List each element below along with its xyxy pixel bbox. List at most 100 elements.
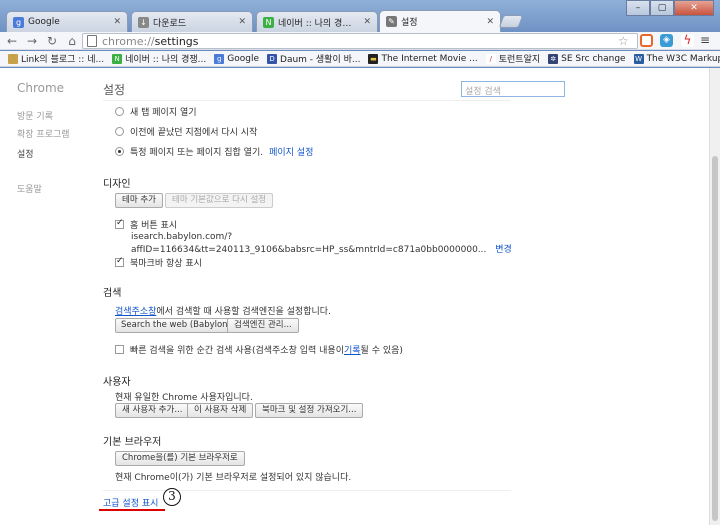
startup-option-continue[interactable]: 이전에 끝났던 지점에서 다시 시작 (115, 125, 257, 138)
reset-theme-button[interactable]: 테마 기본값으로 다시 설정 (165, 193, 274, 208)
download-icon: ↓ (138, 16, 149, 28)
startup-option-specific[interactable]: 특정 페이지 또는 페이지 집합 열기. 페이지 설정 (115, 145, 313, 158)
tab-title: 네이버 :: 나의 경쟁력, 네 (278, 18, 360, 29)
settings-search-input[interactable]: 설정 검색 (461, 81, 565, 97)
import-bookmarks-button[interactable]: 북마크 및 설정 가져오기... (255, 403, 364, 418)
extension-circle-icon[interactable] (640, 34, 653, 47)
checkbox[interactable] (115, 256, 124, 267)
bookmark-label: Link의 블로그 :: 네... (21, 55, 105, 65)
tab-title: Google (28, 17, 60, 27)
bookmark-item[interactable]: N 네이버 :: 나의 경쟁... (112, 52, 206, 65)
set-pages-link[interactable]: 페이지 설정 (269, 145, 313, 158)
instant-search-row[interactable]: 빠른 검색을 위한 순간 검색 사용(검색주소창 입력 내용이 기록 될 수 있음… (115, 343, 403, 356)
address-bar[interactable]: chrome://settings (82, 33, 638, 49)
show-home-button-row[interactable]: 홈 버튼 표시 (115, 218, 177, 231)
add-theme-button[interactable]: 테마 추가 (115, 193, 163, 208)
forward-icon[interactable]: → (24, 33, 40, 49)
tab-naver[interactable]: N 네이버 :: 나의 경쟁력, 네 ✕ (256, 11, 378, 32)
home-url-text: affID=116634&tt=240113_9106&babsrc=HP_ss… (131, 245, 487, 255)
home-url-line1: isearch.babylon.com/? (131, 232, 233, 242)
search-desc-text: 에서 검색할 때 사용할 검색엔진을 설정합니다. (156, 307, 331, 317)
select-value: Search the web (Babylon) (121, 320, 231, 330)
imdb-icon: ▬ (368, 53, 379, 64)
make-default-browser-button[interactable]: Chrome을(를) 기본 브라우저로 (115, 451, 245, 466)
sidebar-item-extensions[interactable]: 확장 프로그램 (17, 127, 70, 140)
delete-user-button[interactable]: 이 사용자 삭제 (187, 403, 254, 418)
home-icon[interactable]: ⌂ (64, 33, 80, 49)
bookmark-star-icon[interactable]: ☆ (618, 34, 629, 48)
sidebar-brand: Chrome (17, 81, 65, 95)
url-text: chrome://settings (102, 34, 199, 48)
sidebar: Chrome 방문 기록 확장 프로그램 설정 도움말 (0, 68, 90, 525)
bookmark-item[interactable]: WThe W3C Markup V... (633, 53, 720, 64)
checkbox[interactable] (115, 218, 124, 229)
naver-icon: N (263, 16, 274, 28)
page-scrollbar[interactable] (709, 68, 720, 525)
add-user-button[interactable]: 새 사용자 추가... (115, 403, 190, 418)
radio-button[interactable] (115, 127, 124, 136)
checkbox-label: 빠른 검색을 위한 순간 검색 사용(검색주소창 입력 내용이 (130, 346, 344, 356)
browser-window: g Google ✕ ↓ 다운로드 ✕ N 네이버 :: 나의 경쟁력, 네 ✕… (0, 0, 720, 525)
manage-search-engines-button[interactable]: 검색엔진 관리... (227, 318, 299, 333)
window-controls: – ▢ ✕ (626, 0, 714, 16)
back-icon[interactable]: ← (4, 33, 20, 49)
close-window-button[interactable]: ✕ (674, 0, 714, 16)
bookmark-label: 네이버 :: 나의 경쟁... (125, 55, 207, 65)
settings-page: Chrome 방문 기록 확장 프로그램 설정 도움말 설정 설정 검색 새 탭… (0, 68, 709, 525)
w3c-icon: W (633, 53, 644, 64)
bookmark-label: The Internet Movie ... (381, 53, 478, 64)
header-divider (103, 100, 511, 101)
bookmark-label: 토런트알지 (498, 55, 541, 65)
bookmark-item[interactable]: / 토런트알지 (485, 52, 541, 65)
reload-icon[interactable]: ↻ (44, 33, 60, 49)
page-icon (87, 35, 97, 47)
close-icon[interactable]: ✕ (238, 17, 246, 27)
radio-label: 새 탭 페이지 열기 (130, 108, 197, 118)
bookmark-item[interactable]: g Google (214, 53, 259, 64)
scrollbar-thumb[interactable] (712, 156, 718, 521)
bookmark-item[interactable]: ▬ The Internet Movie ... (368, 53, 478, 64)
bookmark-label: The W3C Markup V... (646, 53, 720, 64)
search-title: 검색 (103, 288, 122, 299)
users-description: 현재 유일한 Chrome 사용자입니다. (115, 393, 253, 403)
google-icon: g (214, 53, 225, 64)
sidebar-item-help[interactable]: 도움말 (17, 182, 42, 195)
minimize-button[interactable]: – (626, 0, 650, 16)
bookmark-label: SE Src change (561, 53, 626, 64)
omnibox-link[interactable]: 검색주소창 (115, 307, 156, 317)
radio-button[interactable] (115, 147, 124, 156)
history-link[interactable]: 기록 (344, 343, 361, 356)
extension-bolt-icon[interactable]: ϟ (681, 34, 694, 47)
tab-google[interactable]: g Google ✕ (6, 11, 128, 32)
menu-icon[interactable]: ≡ (700, 33, 710, 47)
close-icon[interactable]: ✕ (113, 17, 121, 27)
change-home-link[interactable]: 변경 (495, 245, 512, 255)
show-bookmarks-bar-row[interactable]: 북마크바 항상 표시 (115, 256, 202, 269)
search-description: 검색주소창에서 검색할 때 사용할 검색엔진을 설정합니다. (115, 304, 331, 317)
tab-title: 설정 (401, 18, 418, 28)
maximize-button[interactable]: ▢ (650, 0, 674, 16)
tab-settings[interactable]: ✎ 설정 ✕ (379, 10, 501, 32)
radio-label: 특정 페이지 또는 페이지 집합 열기. (130, 148, 264, 158)
tab-download[interactable]: ↓ 다운로드 ✕ (131, 11, 253, 32)
close-icon[interactable]: ✕ (486, 17, 494, 27)
sidebar-item-history[interactable]: 방문 기록 (17, 109, 53, 122)
bookmark-item[interactable]: Link의 블로그 :: 네... (8, 52, 104, 65)
bookmark-item[interactable]: D Daum - 생활이 바... (267, 52, 360, 65)
radio-button[interactable] (115, 107, 124, 116)
show-advanced-settings-link[interactable]: 고급 설정 표시 (103, 496, 158, 509)
sidebar-item-settings[interactable]: 설정 (17, 147, 34, 160)
page-title: 설정 (103, 83, 126, 97)
annotation-underline (99, 509, 165, 511)
startup-option-newtab[interactable]: 새 탭 페이지 열기 (115, 105, 197, 118)
bookmarks-bar: Link의 블로그 :: 네... N 네이버 :: 나의 경쟁... g Goog… (0, 51, 720, 67)
folder-icon (8, 53, 18, 64)
checkbox-label-tail: 될 수 있음) (360, 346, 403, 356)
checkbox[interactable] (115, 345, 124, 354)
gear-icon: ✲ (548, 53, 559, 64)
bookmark-item[interactable]: ✲ SE Src change (548, 53, 626, 64)
close-icon[interactable]: ✕ (363, 17, 371, 27)
torrent-icon: / (485, 53, 496, 64)
tab-title: 다운로드 (153, 18, 187, 29)
extension-box-icon[interactable]: ◈ (660, 34, 673, 47)
